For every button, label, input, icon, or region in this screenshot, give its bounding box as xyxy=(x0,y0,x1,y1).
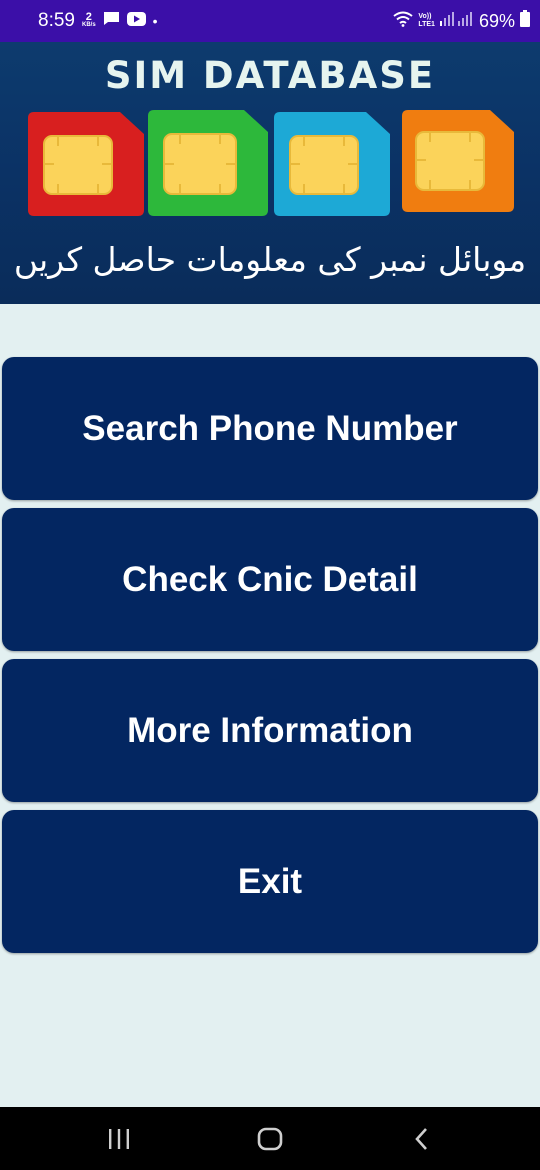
banner-subtitle: موبائل نمبر کی معلومات حاصل کریں xyxy=(13,240,527,279)
lte-label: LTE1 xyxy=(418,21,435,28)
back-icon[interactable] xyxy=(401,1123,441,1155)
banner-title: SIM DATABASE xyxy=(104,54,436,97)
check-cnic-detail-button[interactable]: Check Cnic Detail xyxy=(2,508,538,651)
notification-dot: • xyxy=(152,13,158,29)
recent-apps-icon[interactable] xyxy=(99,1123,139,1155)
youtube-icon xyxy=(126,11,146,31)
status-left: 8:59 2 KB/s • xyxy=(38,10,158,32)
battery-icon xyxy=(520,10,530,32)
home-icon[interactable] xyxy=(250,1123,290,1155)
volte-lte-indicator: Vo)) LTE1 xyxy=(418,13,435,29)
status-time: 8:59 xyxy=(38,10,75,31)
battery-percent: 69% xyxy=(478,10,515,31)
status-bar: 8:59 2 KB/s • Vo)) LTE1 69% xyxy=(0,0,540,42)
header-banner: SIM DATABASE موبائل نمبر کی معلومات حاصل… xyxy=(0,42,540,304)
search-phone-number-button[interactable]: Search Phone Number xyxy=(2,357,538,500)
wifi-icon xyxy=(393,11,413,32)
net-speed-value: 2 xyxy=(85,11,92,23)
exit-button[interactable]: Exit xyxy=(2,810,538,953)
volte-label: Vo)) xyxy=(418,13,432,20)
net-speed-unit: KB/s xyxy=(81,22,96,28)
sim-card-blue-icon xyxy=(274,112,390,216)
sim-card-red-icon xyxy=(28,112,144,216)
navigation-bar xyxy=(0,1107,540,1170)
net-speed: 2 KB/s xyxy=(81,11,96,29)
signal-icon xyxy=(439,11,474,31)
chat-icon xyxy=(103,11,120,31)
status-right: Vo)) LTE1 69% xyxy=(393,10,530,32)
sim-cards-row xyxy=(0,110,540,220)
more-information-button[interactable]: More Information xyxy=(2,659,538,802)
sim-card-orange-icon xyxy=(402,110,514,212)
sim-card-green-icon xyxy=(148,110,268,216)
